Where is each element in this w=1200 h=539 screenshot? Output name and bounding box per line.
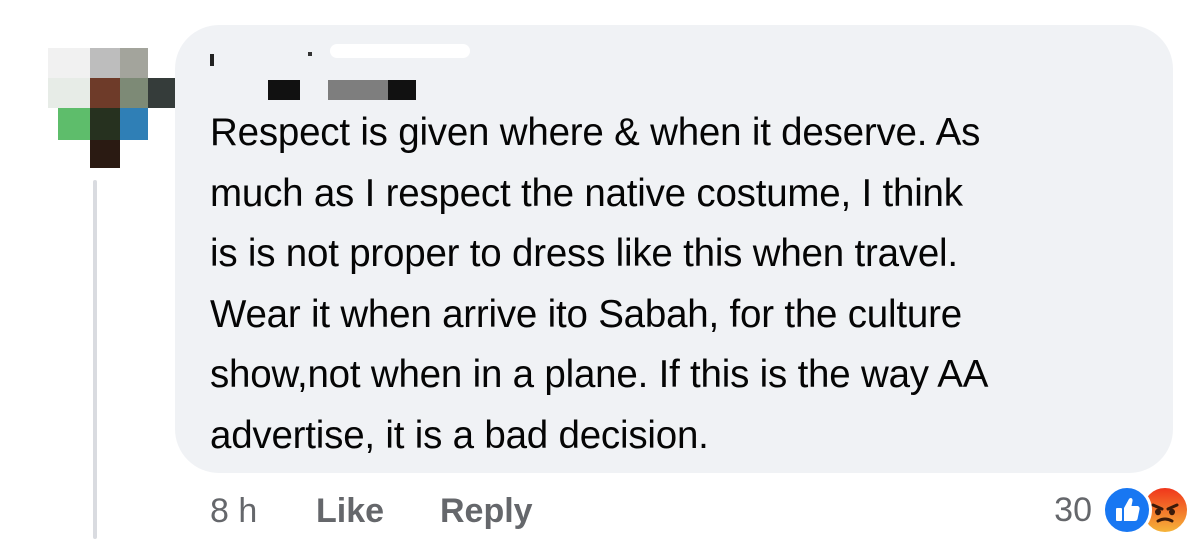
avatar-pixel [90, 48, 120, 78]
redaction-block [388, 80, 416, 100]
avatar-pixel [48, 48, 90, 78]
comment-line: is is not proper to dress like this when… [210, 232, 958, 275]
comment-line: show,not when in a plane. If this is the… [210, 353, 989, 396]
comment-line: Wear it when arrive ito Sabah, for the c… [210, 292, 962, 336]
like-button[interactable]: Like [316, 487, 384, 535]
redaction-block [268, 80, 300, 100]
avatar-pixel [120, 48, 148, 78]
comment-timestamp[interactable]: 8 h [210, 487, 257, 535]
comment-line: much as I respect the native costume, I … [210, 171, 963, 215]
reaction-summary[interactable]: 30 [1054, 482, 1190, 538]
thread-line [93, 180, 97, 539]
comment-line: advertise, it is a bad decision. [210, 413, 709, 457]
avatar-pixel [58, 108, 90, 140]
comment-line: Respect is given where & when it deserve… [210, 111, 981, 154]
reaction-count: 30 [1054, 490, 1092, 529]
avatar-pixel [90, 78, 120, 108]
avatar-pixel [120, 78, 148, 108]
redaction-block [328, 80, 388, 100]
avatar-pixel [90, 108, 120, 140]
reply-button[interactable]: Reply [440, 487, 533, 535]
comment-text: Respect is given where & when it deserve… [210, 103, 1155, 466]
thumbs-up-icon [1102, 485, 1152, 535]
avatar-pixel [48, 78, 90, 108]
author-name-redacted[interactable] [210, 44, 480, 104]
redaction-block [330, 44, 470, 58]
avatar-pixel [120, 108, 148, 140]
redaction-block [210, 54, 214, 66]
avatar-pixel [90, 140, 120, 168]
avatar[interactable] [48, 48, 178, 178]
redaction-block [308, 52, 312, 56]
avatar-pixel [148, 78, 178, 108]
